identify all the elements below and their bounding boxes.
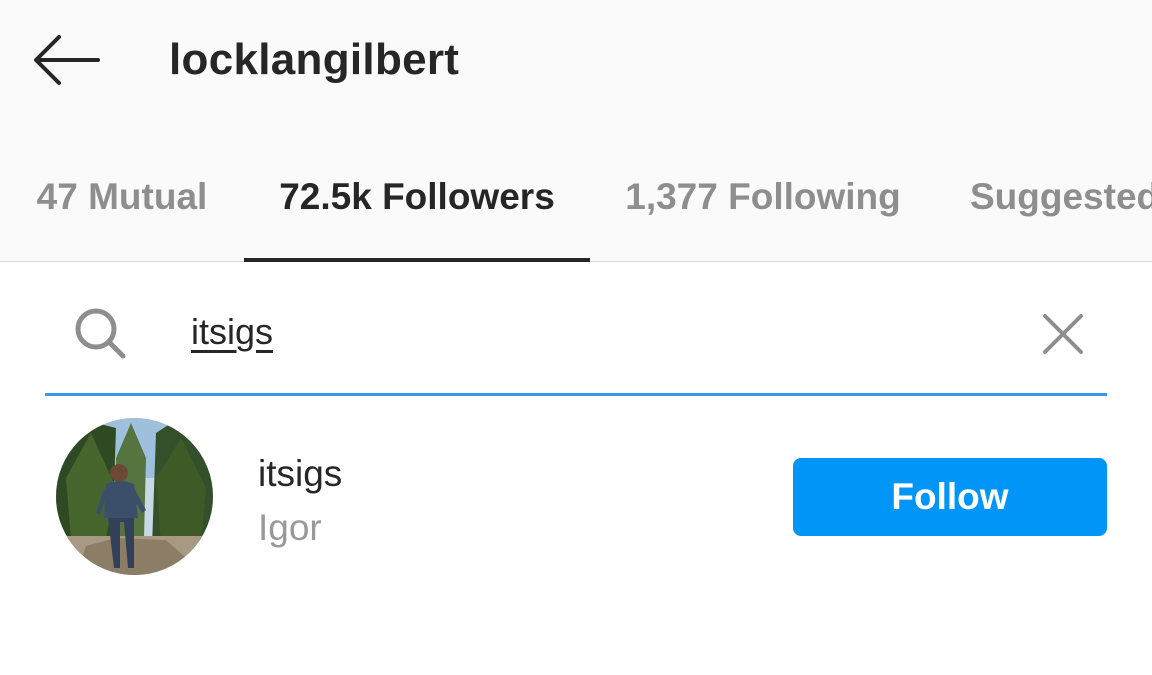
list-item[interactable]: itsigs Igor Follow <box>0 410 1152 590</box>
tab-suggested[interactable]: Suggested <box>936 140 1152 262</box>
follow-button[interactable]: Follow <box>793 458 1107 536</box>
search-input[interactable] <box>191 304 1011 360</box>
search-bar <box>45 290 1107 396</box>
tab-label: 47 Mutual <box>36 176 208 217</box>
result-username[interactable]: itsigs <box>258 452 342 496</box>
avatar[interactable] <box>56 418 213 575</box>
page-title: locklangilbert <box>169 35 460 84</box>
search-icon <box>75 308 126 359</box>
tab-label: 1,377 Following <box>625 176 901 217</box>
result-full-name: Igor <box>258 507 322 548</box>
tab-bar: 47 Mutual 72.5k Followers 1,377 Followin… <box>0 140 1152 262</box>
tab-label: 72.5k Followers <box>279 176 555 217</box>
tab-label: Suggested <box>970 176 1152 217</box>
close-icon <box>1043 314 1083 354</box>
back-button[interactable] <box>28 30 104 90</box>
avatar-photo <box>56 418 213 575</box>
tab-mutual[interactable]: 47 Mutual <box>0 140 244 262</box>
tab-followers[interactable]: 72.5k Followers <box>244 140 590 262</box>
arrow-left-icon <box>34 35 100 85</box>
tab-following[interactable]: 1,377 Following <box>590 140 936 262</box>
header: locklangilbert 47 Mutual 72.5k Followers… <box>0 0 1152 262</box>
clear-search-button[interactable] <box>1035 306 1091 362</box>
